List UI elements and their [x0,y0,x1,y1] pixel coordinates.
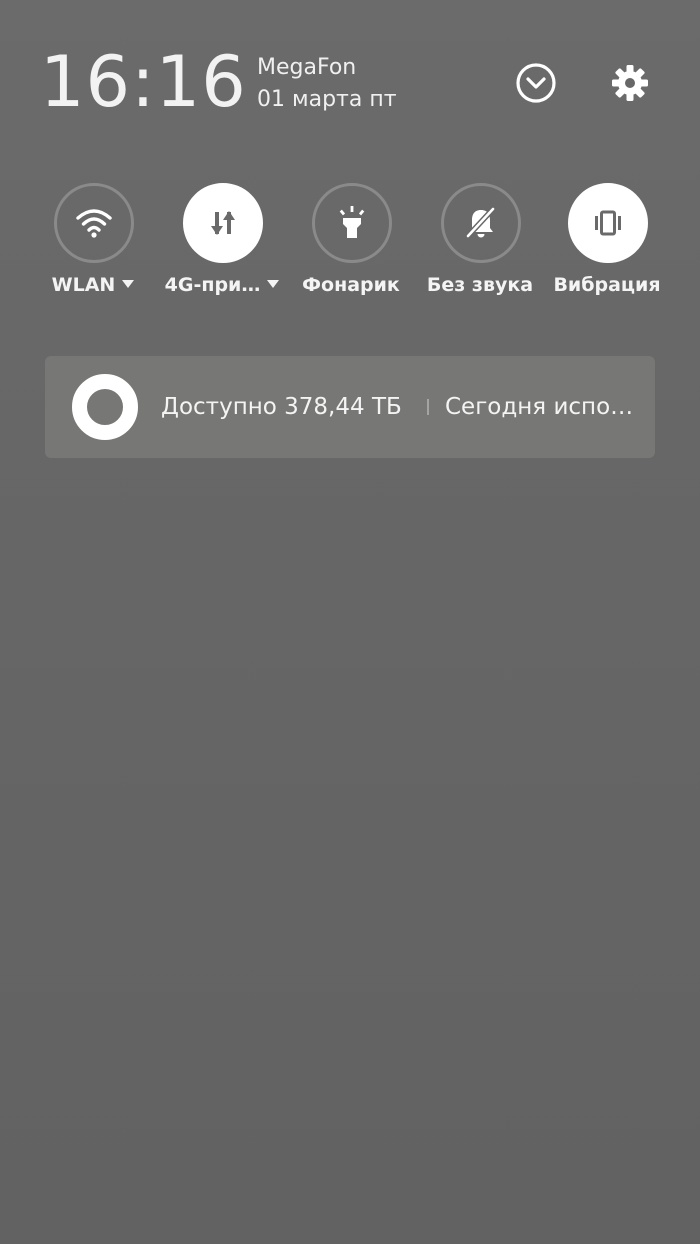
gear-icon [612,65,648,101]
bell-off-icon [465,207,496,238]
date: 01 марта пт [257,87,397,112]
toggle-silent[interactable]: Без звука [415,180,545,310]
toggle-vibrate[interactable]: Вибрация [542,180,672,310]
storage-available: Доступно 378,44 ТБ [161,394,402,420]
toggle-vibrate-circle[interactable] [568,183,648,263]
toggle-flashlight-circle[interactable] [312,183,392,263]
toggle-wlan-circle[interactable] [54,183,134,263]
toggle-mobile-data[interactable]: 4G-при… [157,180,287,310]
toggle-mobile-data-label: 4G-при… [147,274,297,296]
dropdown-caret-icon[interactable] [122,280,135,288]
chevron-down-icon [516,63,556,103]
expand-button[interactable] [514,61,558,105]
storage-ring-icon [72,374,138,440]
quick-settings-row: WLAN 4G-при… Фонарик Без звука Вибрация [0,180,700,320]
vibrate-icon [595,210,621,236]
wifi-icon [76,209,112,238]
carrier-name: MegaFon [257,55,357,80]
settings-button[interactable] [608,61,652,105]
toggle-silent-circle[interactable] [441,183,521,263]
storage-card[interactable]: Доступно 378,44 ТБ Сегодня использовано [45,356,655,458]
toggle-flashlight-label: Фонарик [302,274,400,296]
mobile-data-icon [211,211,235,235]
toggle-flashlight[interactable]: Фонарик [286,180,416,310]
flashlight-icon [339,206,365,238]
toggle-mobile-data-circle[interactable] [183,183,263,263]
divider [427,399,429,415]
clock: 16:16 [40,41,247,123]
toggle-vibrate-label: Вибрация [553,274,661,296]
toggle-wlan-label: WLAN [18,274,168,296]
storage-today-used: Сегодня использовано [445,394,640,420]
toggle-wlan[interactable]: WLAN [28,180,158,310]
